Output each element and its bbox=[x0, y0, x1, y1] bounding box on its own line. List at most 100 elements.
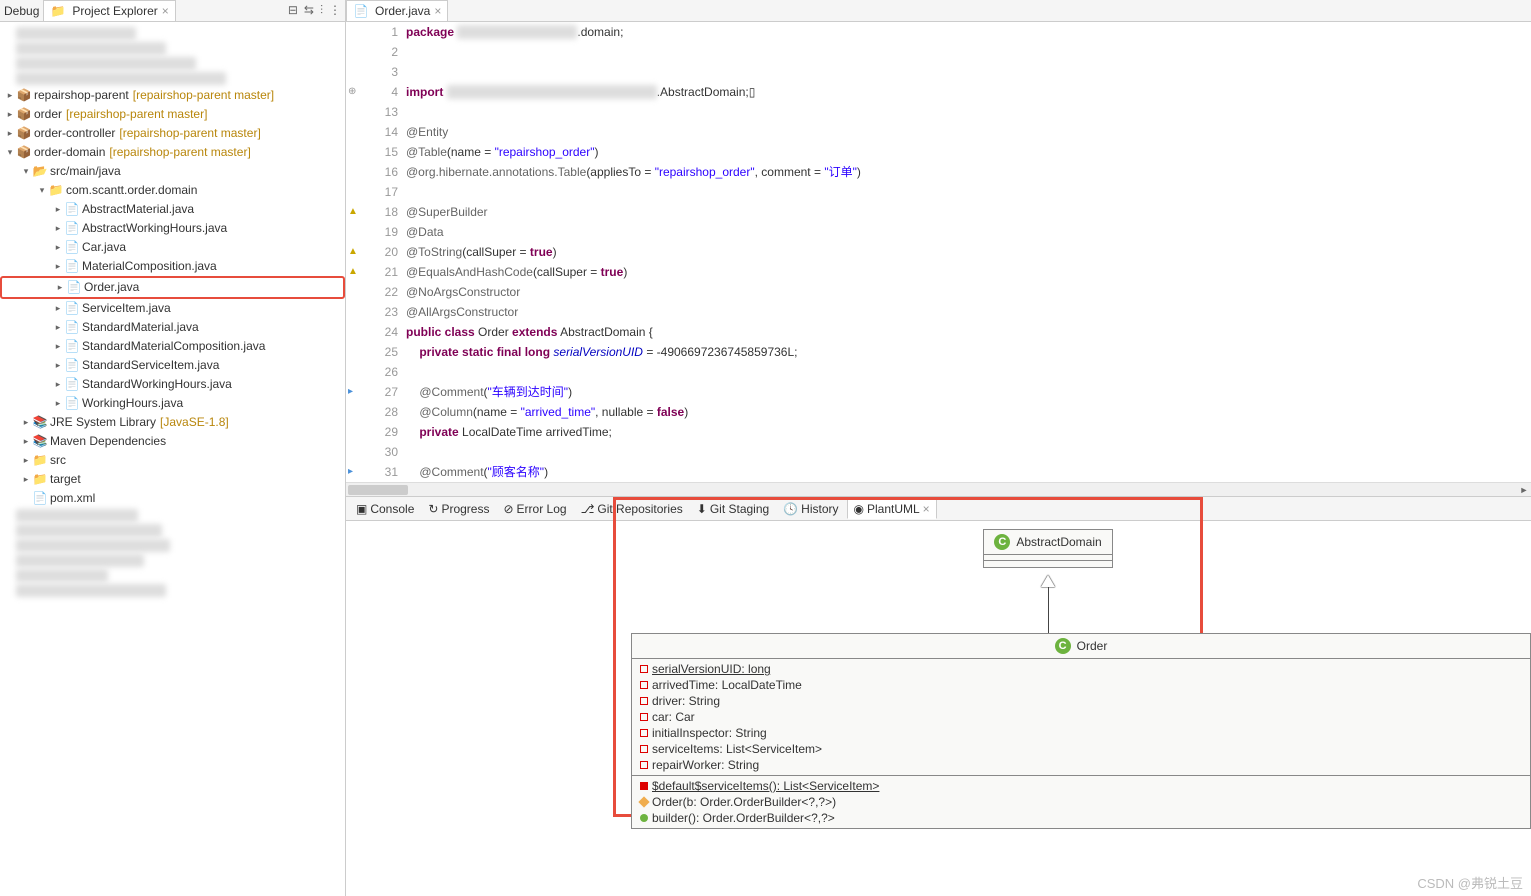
gutter-line[interactable]: ▸27 bbox=[346, 382, 398, 402]
project-tree[interactable]: ▸📦repairshop-parent[repairshop-parent ma… bbox=[0, 22, 345, 896]
gutter-line[interactable]: 1 bbox=[346, 22, 398, 42]
gutter-line[interactable]: 14 bbox=[346, 122, 398, 142]
project-explorer-tab[interactable]: 📁 Project Explorer × bbox=[43, 0, 175, 21]
editor-tab-order[interactable]: 📄 Order.java × bbox=[346, 0, 448, 21]
gutter-line[interactable]: 22 bbox=[346, 282, 398, 302]
change-marker-icon[interactable]: ▸ bbox=[348, 382, 353, 402]
tree-item[interactable]: ▸📄Order.java bbox=[0, 276, 345, 299]
close-icon[interactable]: × bbox=[923, 502, 930, 516]
change-marker-icon[interactable]: ▸ bbox=[348, 462, 353, 482]
tree-item[interactable]: ▾📁com.scantt.order.domain bbox=[0, 181, 345, 200]
tree-item[interactable]: ▸📄StandardMaterialComposition.java bbox=[0, 337, 345, 356]
gutter-line[interactable]: ▲21 bbox=[346, 262, 398, 282]
code-line[interactable] bbox=[406, 42, 1531, 62]
code-line[interactable]: package xxxxxxxxxxxxxxxxxxxx.domain; bbox=[406, 22, 1531, 42]
tree-item[interactable]: ▸📄StandardWorkingHours.java bbox=[0, 375, 345, 394]
gutter-line[interactable]: 13 bbox=[346, 102, 398, 122]
uml-member[interactable]: Order(b: Order.OrderBuilder<?,?>) bbox=[632, 794, 1530, 810]
gutter-line[interactable]: 17 bbox=[346, 182, 398, 202]
tree-item[interactable]: ▸📄AbstractMaterial.java bbox=[0, 200, 345, 219]
scroll-right-icon[interactable]: ► bbox=[1517, 483, 1531, 497]
code-line[interactable]: private LocalDateTime arrivedTime; bbox=[406, 422, 1531, 442]
plantuml-view[interactable]: C AbstractDomain C Order bbox=[346, 521, 1531, 896]
expand-arrow-icon[interactable]: ▸ bbox=[52, 201, 64, 218]
gutter-line[interactable]: 16 bbox=[346, 162, 398, 182]
close-icon[interactable]: × bbox=[162, 4, 169, 18]
tree-item[interactable]: ▸📄WorkingHours.java bbox=[0, 394, 345, 413]
link-editor-icon[interactable]: ⇆ bbox=[304, 3, 314, 18]
scroll-thumb[interactable] bbox=[348, 485, 408, 495]
expand-arrow-icon[interactable]: ▸ bbox=[52, 338, 64, 355]
expand-arrow-icon[interactable]: ▸ bbox=[20, 452, 32, 469]
code-line[interactable]: @ToString(callSuper = true) bbox=[406, 242, 1531, 262]
uml-member[interactable]: driver: String bbox=[632, 693, 1530, 709]
code-line[interactable]: @Table(name = "repairshop_order") bbox=[406, 142, 1531, 162]
code-line[interactable]: private static final long serialVersionU… bbox=[406, 342, 1531, 362]
gutter-line[interactable]: 2 bbox=[346, 42, 398, 62]
bottom-tab-history[interactable]: 🕓History bbox=[777, 500, 844, 518]
expand-arrow-icon[interactable]: ▸ bbox=[20, 433, 32, 450]
expand-arrow-icon[interactable]: ▸ bbox=[52, 395, 64, 412]
tree-item[interactable]: ▾📦order-domain[repairshop-parent master] bbox=[0, 143, 345, 162]
tree-item[interactable]: ▸📚Maven Dependencies bbox=[0, 432, 345, 451]
expand-arrow-icon[interactable]: ▸ bbox=[20, 471, 32, 488]
uml-member[interactable]: serviceItems: List<ServiceItem> bbox=[632, 741, 1530, 757]
fold-marker-icon[interactable]: ⊕ bbox=[348, 82, 356, 102]
tree-item[interactable]: ▸📄ServiceItem.java bbox=[0, 299, 345, 318]
uml-member[interactable]: $default$serviceItems(): List<ServiceIte… bbox=[632, 778, 1530, 794]
uml-member[interactable]: repairWorker: String bbox=[632, 757, 1530, 773]
expand-arrow-icon[interactable]: ▸ bbox=[52, 300, 64, 317]
code-line[interactable]: @NoArgsConstructor bbox=[406, 282, 1531, 302]
expand-arrow-icon[interactable]: ▸ bbox=[52, 220, 64, 237]
code-line[interactable] bbox=[406, 182, 1531, 202]
code-line[interactable]: @org.hibernate.annotations.Table(applies… bbox=[406, 162, 1531, 182]
code-line[interactable]: @SuperBuilder bbox=[406, 202, 1531, 222]
code-line[interactable] bbox=[406, 442, 1531, 462]
editor-scrollbar[interactable]: ◄ ► bbox=[346, 482, 1531, 496]
view-menu-icon[interactable]: ⋮ bbox=[329, 3, 341, 18]
gutter-line[interactable]: 23 bbox=[346, 302, 398, 322]
gutter-line[interactable]: ▸31 bbox=[346, 462, 398, 482]
bottom-tab-console[interactable]: ▣Console bbox=[350, 500, 420, 518]
tree-item[interactable]: ▸📦repairshop-parent[repairshop-parent ma… bbox=[0, 86, 345, 105]
gutter-line[interactable]: 3 bbox=[346, 62, 398, 82]
code-content[interactable]: package xxxxxxxxxxxxxxxxxxxx.domain; impo… bbox=[406, 22, 1531, 482]
code-line[interactable]: @Data bbox=[406, 222, 1531, 242]
tree-item[interactable]: ▾📂src/main/java bbox=[0, 162, 345, 181]
tree-item[interactable]: ▸📚JRE System Library[JavaSE-1.8] bbox=[0, 413, 345, 432]
bottom-tab-git-staging[interactable]: ⬇Git Staging bbox=[691, 500, 775, 518]
code-editor[interactable]: 123⊕41314151617▲1819▲20▲212223242526▸272… bbox=[346, 22, 1531, 482]
expand-arrow-icon[interactable]: ▸ bbox=[20, 414, 32, 431]
bottom-tab-git-repositories[interactable]: ⎇Git Repositories bbox=[575, 500, 689, 518]
uml-member[interactable]: builder(): Order.OrderBuilder<?,?> bbox=[632, 810, 1530, 826]
uml-member[interactable]: car: Car bbox=[632, 709, 1530, 725]
expand-arrow-icon[interactable]: ▸ bbox=[52, 258, 64, 275]
code-line[interactable]: @Comment("车辆到达时间") bbox=[406, 382, 1531, 402]
uml-class-order[interactable]: C Order serialVersionUID: longarrivedTim… bbox=[631, 633, 1531, 829]
gutter-line[interactable]: 28 bbox=[346, 402, 398, 422]
tree-item[interactable]: ▸📄MaterialComposition.java bbox=[0, 257, 345, 276]
gutter-line[interactable]: 30 bbox=[346, 442, 398, 462]
gutter-line[interactable]: 29 bbox=[346, 422, 398, 442]
expand-arrow-icon[interactable]: ▸ bbox=[52, 239, 64, 256]
expand-arrow-icon[interactable]: ▸ bbox=[52, 376, 64, 393]
bottom-tab-error-log[interactable]: ⊘Error Log bbox=[497, 500, 572, 518]
uml-member[interactable]: initialInspector: String bbox=[632, 725, 1530, 741]
uml-member[interactable]: arrivedTime: LocalDateTime bbox=[632, 677, 1530, 693]
code-line[interactable]: @EqualsAndHashCode(callSuper = true) bbox=[406, 262, 1531, 282]
code-line[interactable]: @Entity bbox=[406, 122, 1531, 142]
expand-arrow-icon[interactable]: ▸ bbox=[4, 106, 16, 123]
code-line[interactable] bbox=[406, 62, 1531, 82]
tree-item[interactable]: ▸📄Car.java bbox=[0, 238, 345, 257]
expand-arrow-icon[interactable]: ▾ bbox=[20, 163, 32, 180]
code-line[interactable] bbox=[406, 102, 1531, 122]
tree-item[interactable]: ▸📄StandardMaterial.java bbox=[0, 318, 345, 337]
close-icon[interactable]: × bbox=[434, 4, 441, 18]
code-line[interactable]: import xxxxxxxxxxxxxxxxxxxxxxxxxxxxxxxxx… bbox=[406, 82, 1531, 102]
code-line[interactable]: public class Order extends AbstractDomai… bbox=[406, 322, 1531, 342]
gutter-line[interactable]: 15 bbox=[346, 142, 398, 162]
gutter-line[interactable]: ⊕4 bbox=[346, 82, 398, 102]
tree-item[interactable]: ▸📦order-controller[repairshop-parent mas… bbox=[0, 124, 345, 143]
expand-arrow-icon[interactable]: ▸ bbox=[4, 125, 16, 142]
bottom-tab-progress[interactable]: ↻Progress bbox=[422, 500, 495, 518]
